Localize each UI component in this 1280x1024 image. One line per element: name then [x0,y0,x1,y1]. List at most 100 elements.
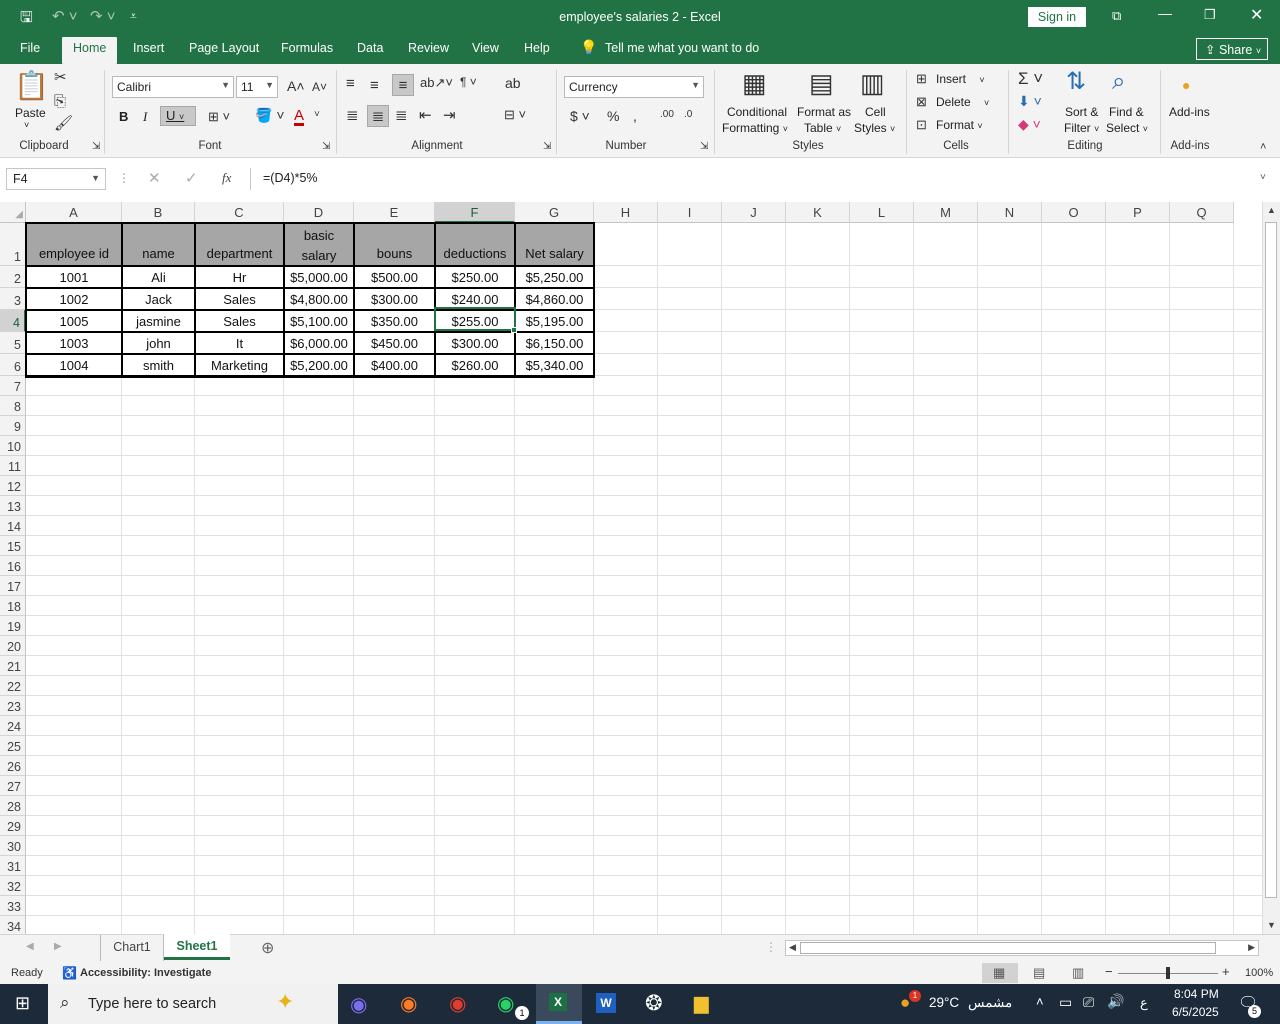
sheet-tab-sheet1[interactable]: Sheet1 [164,934,230,960]
cell-d1[interactable]: basic salary [284,223,354,266]
accounting-format-icon[interactable]: $ ˅ [570,109,590,123]
row-header-1[interactable]: 1 [0,223,26,266]
cell-a2[interactable]: 1001 [26,266,122,288]
underline-button[interactable]: U ˅ [160,106,196,126]
split-handle-icon[interactable]: ⋮ [765,940,777,954]
orientation-icon[interactable]: ab↗˅ [420,76,453,89]
cell-e4[interactable]: $350.00 [354,310,435,332]
cell-c1[interactable]: department [195,223,284,266]
clock-date[interactable]: 6/5/2025 [1172,1005,1219,1019]
tab-page-layout[interactable]: Page Layout [189,41,259,55]
column-header-k[interactable]: K [786,202,850,223]
delete-cells-icon[interactable]: ⊠ [916,95,927,108]
new-sheet-icon[interactable]: ⊕ [261,938,274,958]
cell-d6[interactable]: $5,200.00 [284,354,354,376]
cell-styles-icon[interactable]: ▥ [860,70,885,96]
cell-g2[interactable]: $5,250.00 [515,266,594,288]
column-header-j[interactable]: J [722,202,786,223]
cell-e2[interactable]: $500.00 [354,266,435,288]
column-header-q[interactable]: Q [1170,202,1234,223]
enter-icon[interactable]: ✓ [185,169,198,187]
number-format-combo[interactable]: Currency ▼ [564,76,704,98]
row-header-19[interactable]: 19 [0,616,26,636]
volume-icon[interactable]: 🔊 [1107,993,1124,1010]
row-header-25[interactable]: 25 [0,736,26,756]
add-ins-icon[interactable]: ● [1182,78,1190,92]
column-header-f[interactable]: F [435,202,515,223]
top-align-icon[interactable]: ≡ [346,76,355,91]
find-select-button[interactable]: Find & [1109,105,1144,119]
copilot-icon[interactable]: ◉ [350,992,367,1017]
conditional-formatting-icon[interactable]: ▦ [742,70,767,96]
insert-function-icon[interactable]: fx [222,170,231,186]
row-header-12[interactable]: 12 [0,476,26,496]
font-size-combo[interactable]: 11 ▼ [236,76,278,98]
zoom-in-icon[interactable]: + [1222,964,1230,979]
cell-d5[interactable]: $6,000.00 [284,332,354,354]
word-icon[interactable]: W [596,993,616,1013]
scroll-right-icon[interactable]: ▶ [1248,942,1255,953]
add-ins-button[interactable]: Add-ins [1169,105,1210,119]
whatsapp-icon[interactable]: ◉ [497,991,514,1016]
cell-g6[interactable]: $5,340.00 [515,354,594,376]
tab-review[interactable]: Review [408,41,449,55]
sort-filter-icon[interactable]: ⇅ [1066,70,1086,94]
row-header-6[interactable]: 6 [0,354,26,376]
ribbon-display-options-icon[interactable]: ⧉ [1112,8,1121,24]
row-header-10[interactable]: 10 [0,436,26,456]
row-header-31[interactable]: 31 [0,856,26,876]
zoom-level[interactable]: 100% [1245,967,1273,979]
delete-cells-button[interactable]: Delete ˅ [936,95,989,109]
cell-a6[interactable]: 1004 [26,354,122,376]
row-header-13[interactable]: 13 [0,496,26,516]
cell-c6[interactable]: Marketing [195,354,284,376]
decrease-indent-icon[interactable]: ⇤ [419,108,432,123]
cell-e5[interactable]: $450.00 [354,332,435,354]
dialog-launcher-icon[interactable]: ⇲ [543,142,551,152]
clock-time[interactable]: 8:04 PM [1174,987,1219,1001]
cell-g4[interactable]: $5,195.00 [515,310,594,332]
expand-formula-bar-icon[interactable]: ˅ [1260,172,1266,183]
zoom-out-icon[interactable]: − [1105,964,1113,979]
cell-g1[interactable]: Net salary [515,223,594,266]
row-header-21[interactable]: 21 [0,656,26,676]
row-header-23[interactable]: 23 [0,696,26,716]
column-header-n[interactable]: N [978,202,1042,223]
fill-icon[interactable]: ⬇ ˅ [1018,94,1042,108]
formula-input[interactable]: =(D4)*5% [250,168,1276,190]
cell-d3[interactable]: $4,800.00 [284,288,354,310]
row-header-34[interactable]: 34 [0,916,26,934]
cell-c5[interactable]: It [195,332,284,354]
column-header-a[interactable]: A [26,202,122,223]
show-hidden-icons[interactable]: ˄ [1036,994,1044,1009]
column-header-g[interactable]: G [515,202,594,223]
worksheet-grid[interactable]: ◢ ABCDEFGHIJKLMNOPQ 1 2 3 4 5 6 7 8 9 10 11 12 13 14 1… [0,202,1262,934]
cell-styles-button[interactable]: Cell [865,105,886,119]
insert-cells-icon[interactable]: ⊞ [916,72,927,85]
collapse-ribbon-icon[interactable]: ˄ [1260,142,1266,153]
paste-icon[interactable]: 📋 [14,72,49,100]
dialog-launcher-icon[interactable]: ⇲ [700,142,708,152]
cut-icon[interactable]: ✂ [54,70,67,85]
cell-c2[interactable]: Hr [195,266,284,288]
prev-sheet-icon[interactable]: ◀ [26,941,34,952]
row-header-29[interactable]: 29 [0,816,26,836]
cancel-icon[interactable]: ✕ [148,169,161,187]
excel-taskbar-button[interactable]: X [536,984,582,1024]
find-select-icon[interactable]: ⌕ [1112,70,1125,94]
tell-me-search[interactable]: Tell me what you want to do [605,41,759,55]
row-header-16[interactable]: 16 [0,556,26,576]
chevron-down-icon[interactable]: ˅ [314,110,320,120]
format-cells-icon[interactable]: ⊡ [916,118,927,131]
row-header-5[interactable]: 5 [0,332,26,354]
cell-b6[interactable]: smith [122,354,195,376]
normal-view-button[interactable]: ▦ [982,963,1018,983]
row-header-32[interactable]: 32 [0,876,26,896]
comma-style-icon[interactable]: , [633,109,637,123]
format-as-table-icon[interactable]: ▤ [809,70,834,96]
network-icon[interactable]: ⎚ [1083,994,1094,1011]
share-button[interactable]: ⇪ Share ˅ [1196,38,1268,60]
cell-b1[interactable]: name [122,223,195,266]
row-header-8[interactable]: 8 [0,396,26,416]
cell-a3[interactable]: 1002 [26,288,122,310]
